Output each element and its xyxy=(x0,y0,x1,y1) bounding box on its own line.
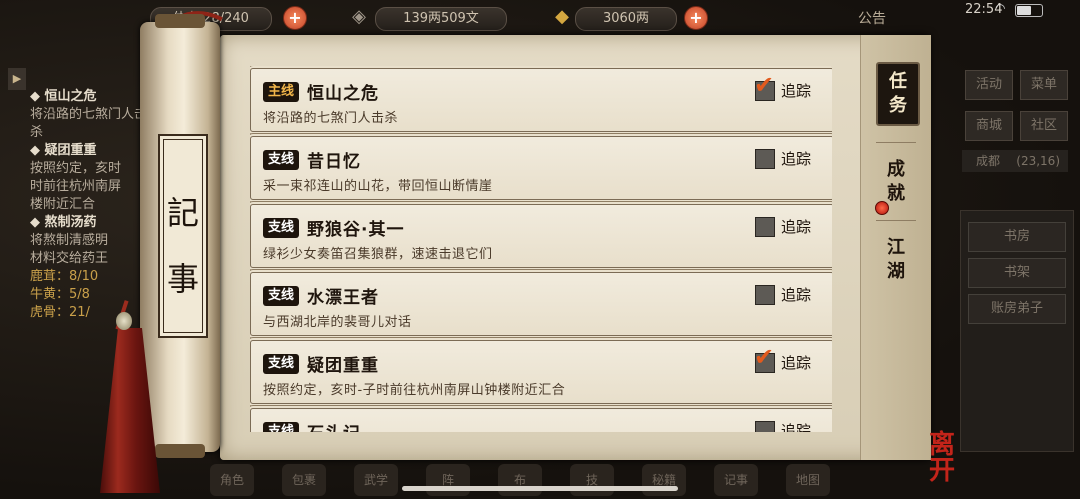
track-label[interactable]: 追踪 xyxy=(781,420,811,432)
tab-divider xyxy=(876,142,916,143)
quest-card[interactable]: 支线 水漂王者与西湖北岸的裴哥儿对话 追踪 xyxy=(250,272,832,336)
battery-icon xyxy=(1015,4,1043,17)
bottom-nav-item[interactable]: 阵 xyxy=(426,464,470,496)
quest-card[interactable]: 支线石头记 追踪 xyxy=(250,408,832,432)
track-label[interactable]: 追踪 xyxy=(781,148,811,169)
track-checkbox[interactable] xyxy=(755,421,775,432)
bottom-nav-item[interactable]: 秘籍 xyxy=(642,464,686,496)
tab-label: 江湖 xyxy=(887,237,905,282)
location-coords: (23,16) xyxy=(1016,154,1060,168)
tab-2[interactable]: 江湖 xyxy=(876,230,916,290)
gold-display: 3060两 xyxy=(575,7,677,31)
close-button[interactable]: 离开 xyxy=(918,432,966,484)
bottom-nav-item[interactable]: 记事 xyxy=(714,464,758,496)
study-button[interactable]: 书房 xyxy=(968,222,1066,252)
bottom-nav-item[interactable]: 地图 xyxy=(786,464,830,496)
scroll-rod-cap xyxy=(155,14,205,28)
activity-button[interactable]: 活动 xyxy=(965,70,1013,100)
scroll-title-plaque: 記 事 xyxy=(158,134,208,338)
location-name: 成都 xyxy=(976,154,1001,168)
quest-type-badge: 主线 xyxy=(263,82,300,102)
home-indicator xyxy=(402,486,678,491)
menu-button[interactable]: 菜单 xyxy=(1020,70,1068,100)
track-checkbox[interactable] xyxy=(755,217,775,237)
track-label[interactable]: 追踪 xyxy=(781,352,811,373)
add-gold-button[interactable]: + xyxy=(684,6,708,30)
checkmark-icon: ✔ xyxy=(754,343,775,371)
track-checkbox[interactable] xyxy=(755,149,775,169)
location-display: 成都 (23,16) xyxy=(962,150,1068,172)
bottom-nav-item[interactable]: 技 xyxy=(570,464,614,496)
quest-card[interactable]: 支线 野狼谷·其一绿衫少女奏笛召集狼群，速速击退它们 追踪 xyxy=(250,204,832,268)
scroll-title-char: 記 xyxy=(166,194,199,232)
bottom-nav-item[interactable]: 包裹 xyxy=(282,464,326,496)
quest-title: 水漂王者 xyxy=(307,288,379,308)
add-stamina-button[interactable]: + xyxy=(283,6,307,30)
bottom-nav-item[interactable]: 武学 xyxy=(354,464,398,496)
quest-title: 恒山之危 xyxy=(307,84,379,104)
quest-description: 与西湖北岸的裴哥儿对话 xyxy=(263,315,412,330)
bottom-bar: 角色 包裹 武学阵布技秘籍 记事 地图 xyxy=(200,460,920,499)
tab-label: 任务 xyxy=(889,71,907,116)
quest-list[interactable]: 主线 恒山之危 将沿路的七煞门人击杀 ✔ 追踪 支线 昔日忆 采一束祁连山的山花，带回恒山断情… xyxy=(250,66,832,432)
tab-label: 成就 xyxy=(887,159,905,204)
quest-card[interactable]: 支线 疑团重重按照约定，亥时-子时前往杭州南屏山钟楼附近汇合 ✔ 追踪 xyxy=(250,340,832,404)
coin-icon: ◈ xyxy=(352,6,366,27)
track-label[interactable]: 追踪 xyxy=(781,80,811,101)
notice-button[interactable]: 公告 xyxy=(858,8,886,28)
quest-description: 采一束祁连山的山花，带回恒山断情崖 xyxy=(263,179,493,194)
scroll-title-char: 事 xyxy=(166,260,199,298)
quest-title: 疑团重重 xyxy=(307,356,379,376)
wifi-icon: ◠ xyxy=(995,1,1006,15)
checkmark-icon: ✔ xyxy=(754,71,775,99)
quest-type-badge: 支线 xyxy=(263,286,300,306)
quest-title: 昔日忆 xyxy=(307,152,361,172)
quest-type-badge: 支线 xyxy=(263,218,300,238)
disciple-button[interactable]: 账房弟子 xyxy=(968,294,1066,324)
money-display: 139两509文 xyxy=(375,7,507,31)
tassel-bead xyxy=(116,312,132,330)
track-label[interactable]: 追踪 xyxy=(781,216,811,237)
quest-type-badge: 支线 xyxy=(263,354,300,374)
tab-divider xyxy=(876,220,916,221)
quest-title: 野狼谷·其一 xyxy=(307,220,405,240)
bottom-nav-item[interactable]: 角色 xyxy=(210,464,254,496)
track-checkbox[interactable] xyxy=(755,285,775,305)
expand-arrow-icon[interactable]: ▶ xyxy=(8,68,26,90)
quest-type-badge: 支线 xyxy=(263,422,300,432)
quest-card[interactable]: 主线 恒山之危将沿路的七煞门人击杀 ✔ 追踪 xyxy=(250,68,832,132)
quest-description: 按照约定，亥时-子时前往杭州南屏山钟楼附近汇合 xyxy=(263,383,566,398)
quest-title: 石头记 xyxy=(307,419,361,432)
bookshelf-button[interactable]: 书架 xyxy=(968,258,1066,288)
shop-button[interactable]: 商城 xyxy=(965,111,1013,141)
track-label[interactable]: 追踪 xyxy=(781,284,811,305)
community-button[interactable]: 社区 xyxy=(1020,111,1068,141)
quest-description: 将沿路的七煞门人击杀 xyxy=(263,111,399,126)
quest-description: 绿衫少女奏笛召集狼群，速速击退它们 xyxy=(263,247,493,262)
notification-dot-icon xyxy=(875,201,889,215)
quest-type-badge: 支线 xyxy=(263,150,300,170)
gold-ingot-icon: ◆ xyxy=(555,6,569,27)
quest-card[interactable]: 支线 昔日忆采一束祁连山的山花，带回恒山断情崖 追踪 xyxy=(250,136,832,200)
tab-0[interactable]: 任务 xyxy=(876,62,920,126)
bottom-nav-item[interactable]: 布 xyxy=(498,464,542,496)
scroll-rod-cap xyxy=(155,444,205,458)
